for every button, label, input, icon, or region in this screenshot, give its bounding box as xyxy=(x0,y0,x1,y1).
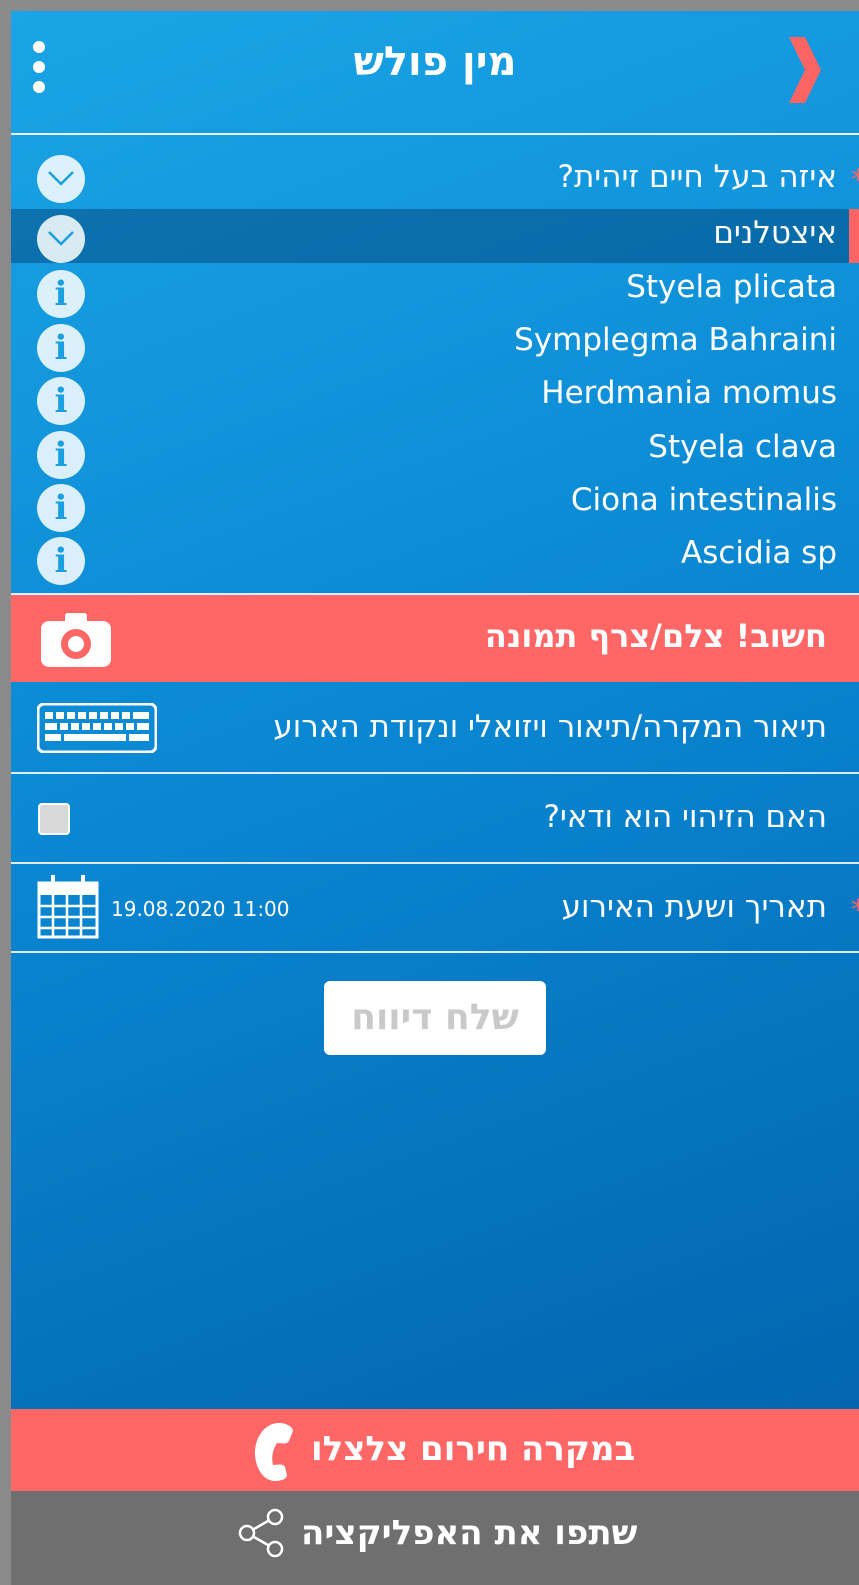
info-icon[interactable]: i xyxy=(37,537,85,585)
share-app-label: שתפו את האפליקציה xyxy=(301,1513,638,1553)
attach-photo-button[interactable]: חשוב! צלם/צרף תמונה xyxy=(11,595,859,682)
page-title: מין פולש xyxy=(353,39,517,85)
divider xyxy=(11,862,859,864)
info-icon[interactable]: i xyxy=(37,377,85,425)
calendar-icon[interactable] xyxy=(37,873,99,939)
species-item[interactable]: Herdmania momus xyxy=(541,375,837,411)
share-icon xyxy=(238,1508,284,1558)
keyboard-icon[interactable] xyxy=(37,703,157,753)
chevron-right-icon[interactable] xyxy=(783,35,823,105)
divider xyxy=(11,951,859,953)
animal-question-label: איזה בעל חיים זיהית? xyxy=(557,159,837,195)
submit-report-button[interactable]: שלח דיווח xyxy=(324,981,546,1055)
header-bar: מין פולש xyxy=(11,11,859,135)
emergency-call-label: במקרה חירום צלצלו xyxy=(311,1429,636,1469)
info-icon[interactable]: i xyxy=(37,431,85,479)
emergency-call-button[interactable]: במקרה חירום צלצלו xyxy=(11,1409,859,1491)
category-label: איצטלנים xyxy=(713,215,837,251)
species-item[interactable]: Ascidia sp xyxy=(681,535,837,571)
divider xyxy=(11,772,859,774)
event-datetime-value[interactable]: 19.08.2020 11:00 xyxy=(111,897,290,921)
required-mark: * xyxy=(851,893,859,926)
camera-icon xyxy=(41,613,111,667)
info-icon[interactable]: i xyxy=(37,270,85,318)
identification-certain-checkbox[interactable] xyxy=(38,803,70,835)
info-icon[interactable]: i xyxy=(37,324,85,372)
selection-accent xyxy=(849,209,859,263)
event-datetime-label: תאריך ושעת האירוע xyxy=(561,889,827,925)
phone-icon xyxy=(255,1423,293,1481)
species-item[interactable]: Ciona intestinalis xyxy=(571,482,837,518)
chevron-down-icon[interactable] xyxy=(37,155,85,203)
species-item[interactable]: Styela plicata xyxy=(626,269,837,305)
app-screen: מין פולש איזה בעל חיים זיהית? * איצטלנים… xyxy=(11,11,859,1585)
attach-photo-label: חשוב! צלם/צרף תמונה xyxy=(484,617,827,655)
info-icon[interactable]: i xyxy=(37,484,85,532)
species-item[interactable]: Symplegma Bahraini xyxy=(514,322,837,358)
description-field[interactable]: תיאור המקרה/תיאור ויזואלי ונקודת הארוע xyxy=(273,709,827,745)
required-mark: * xyxy=(851,163,859,196)
species-item[interactable]: Styela clava xyxy=(648,429,837,465)
identification-certain-label: האם הזיהוי הוא ודאי? xyxy=(543,799,827,835)
share-app-button[interactable]: שתפו את האפליקציה xyxy=(11,1491,859,1585)
chevron-down-icon[interactable] xyxy=(37,215,85,263)
